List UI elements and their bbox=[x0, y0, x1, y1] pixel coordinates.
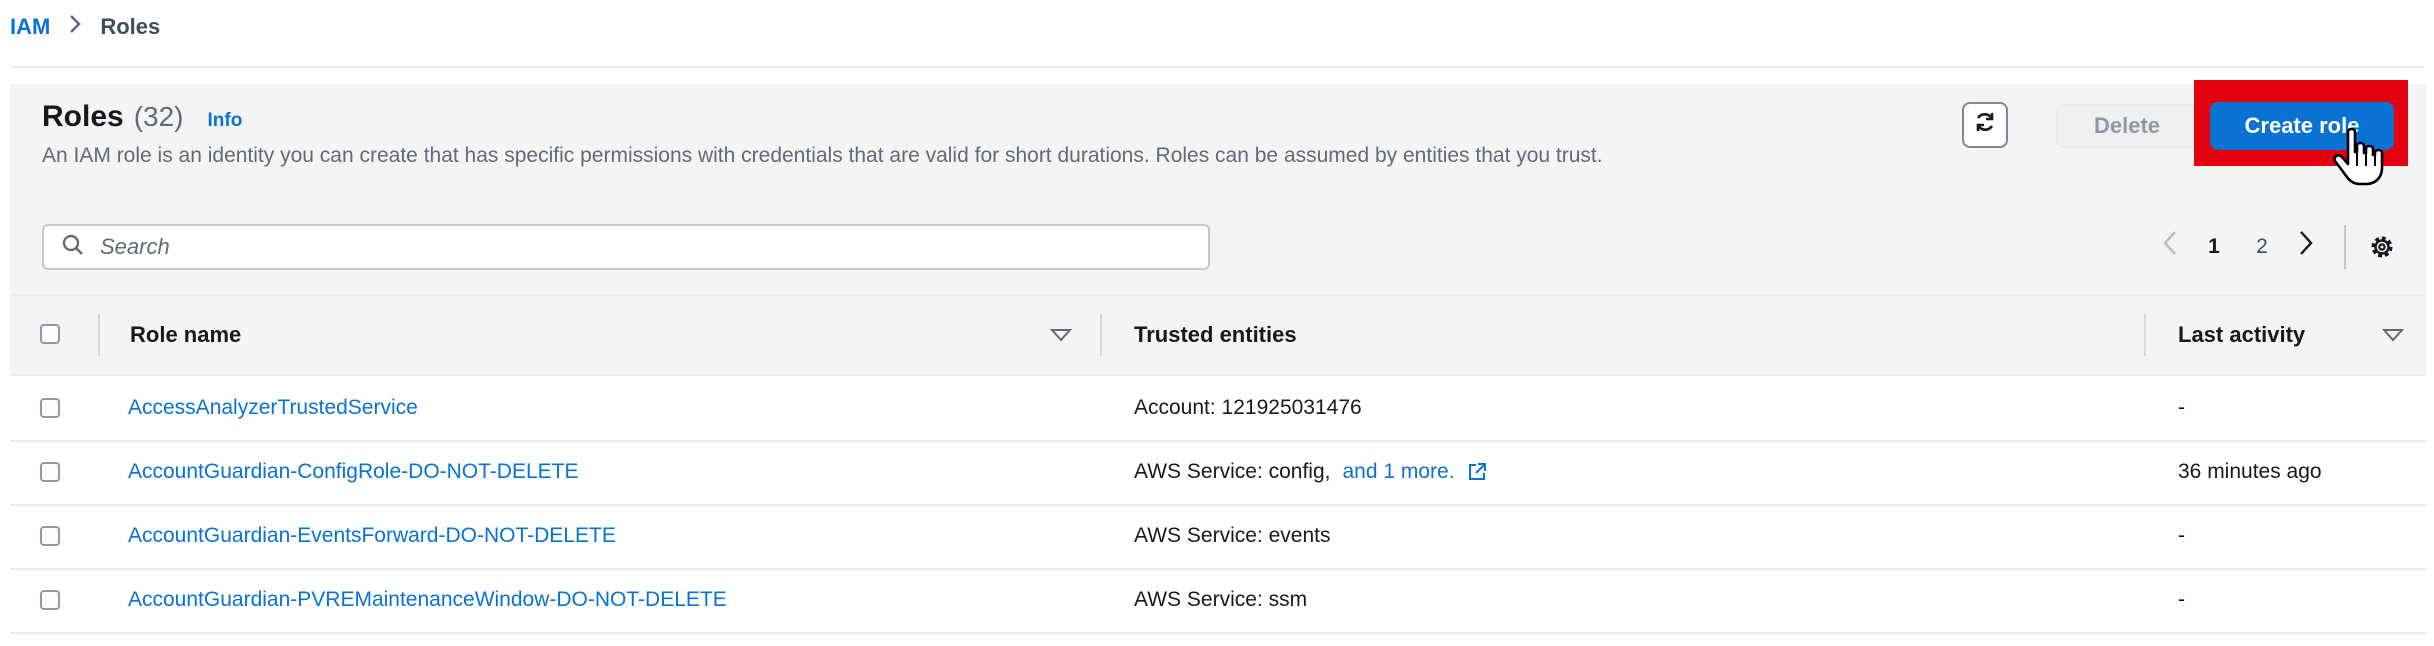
more-entities-link[interactable]: and 1 more. bbox=[1342, 460, 1454, 484]
role-name-link[interactable]: AccountGuardian-EventsForward-DO-NOT-DEL… bbox=[128, 504, 616, 568]
page-description: An IAM role is an identity you can creat… bbox=[42, 144, 1603, 167]
breadcrumb: IAM Roles bbox=[10, 10, 160, 44]
breadcrumb-divider bbox=[10, 66, 2424, 68]
search-field[interactable] bbox=[42, 224, 1210, 270]
breadcrumb-iam-link[interactable]: IAM bbox=[10, 14, 50, 40]
trusted-entities: AWS Service: events bbox=[1134, 524, 1331, 547]
role-name-link[interactable]: AccountGuardian-ConfigRole-DO-NOT-DELETE bbox=[128, 440, 579, 504]
select-all-checkbox[interactable] bbox=[40, 324, 60, 344]
refresh-icon bbox=[1973, 110, 1997, 140]
table-row: AccountGuardian-EventsForward-DO-NOT-DEL… bbox=[10, 504, 2426, 570]
pagination: 1 2 bbox=[2150, 224, 2398, 270]
row-checkbox[interactable] bbox=[40, 590, 60, 610]
breadcrumb-current: Roles bbox=[100, 14, 161, 39]
roles-count: (32) bbox=[133, 101, 184, 132]
column-divider bbox=[98, 314, 100, 356]
roles-panel: Roles (32) Info An IAM role is an identi… bbox=[10, 80, 2426, 636]
role-name-link[interactable]: AccountGuardian-PVREMaintenanceWindow-DO… bbox=[128, 568, 727, 632]
roles-panel-header: Roles (32) Info An IAM role is an identi… bbox=[10, 80, 2426, 296]
sort-down-icon[interactable] bbox=[2382, 296, 2404, 374]
refresh-button[interactable] bbox=[1962, 102, 2008, 148]
title-row: Roles (32) Info bbox=[42, 100, 242, 134]
trusted-entities: AWS Service: config, and 1 more. bbox=[1134, 440, 1487, 504]
chevron-right-icon[interactable] bbox=[2286, 229, 2326, 265]
table-row: AccessAnalyzerTrustedService Account: 12… bbox=[10, 376, 2426, 442]
column-divider bbox=[2144, 314, 2146, 356]
info-link[interactable]: Info bbox=[208, 110, 243, 132]
page-title: Roles bbox=[42, 100, 124, 133]
search-icon bbox=[62, 234, 84, 261]
page-1[interactable]: 1 bbox=[2190, 235, 2238, 259]
column-divider bbox=[1100, 314, 1102, 356]
sort-down-icon[interactable] bbox=[1050, 296, 1072, 374]
table-row: AccountGuardian-PVREMaintenanceWindow-DO… bbox=[10, 568, 2426, 634]
pager-divider bbox=[2344, 225, 2346, 269]
table-row: AccountGuardian-ConfigRole-DO-NOT-DELETE… bbox=[10, 440, 2426, 506]
last-activity: 36 minutes ago bbox=[2178, 460, 2322, 483]
row-checkbox[interactable] bbox=[40, 462, 60, 482]
column-role-name[interactable]: Role name bbox=[130, 296, 241, 374]
delete-button[interactable]: Delete bbox=[2056, 104, 2198, 148]
trusted-entities: AWS Service: ssm bbox=[1134, 588, 1308, 611]
last-activity: - bbox=[2178, 588, 2185, 611]
page-2[interactable]: 2 bbox=[2238, 235, 2286, 259]
row-checkbox[interactable] bbox=[40, 398, 60, 418]
column-trusted-entities[interactable]: Trusted entities bbox=[1134, 296, 1297, 374]
row-checkbox[interactable] bbox=[40, 526, 60, 546]
chevron-left-icon[interactable] bbox=[2150, 229, 2190, 265]
pointer-hand-icon bbox=[2330, 126, 2388, 188]
settings-gear-icon[interactable] bbox=[2366, 231, 2398, 263]
external-link-icon bbox=[1467, 462, 1487, 482]
column-last-activity[interactable]: Last activity bbox=[2178, 296, 2305, 374]
last-activity: - bbox=[2178, 524, 2185, 547]
trusted-entities: Account: 121925031476 bbox=[1134, 396, 1362, 419]
table-header: Role name Trusted entities Last activity bbox=[10, 296, 2426, 376]
last-activity: - bbox=[2178, 396, 2185, 419]
role-name-link[interactable]: AccessAnalyzerTrustedService bbox=[128, 376, 418, 440]
trusted-entities-text: AWS Service: config, bbox=[1134, 460, 1331, 483]
chevron-right-icon bbox=[68, 13, 82, 42]
search-input[interactable] bbox=[98, 233, 1102, 261]
